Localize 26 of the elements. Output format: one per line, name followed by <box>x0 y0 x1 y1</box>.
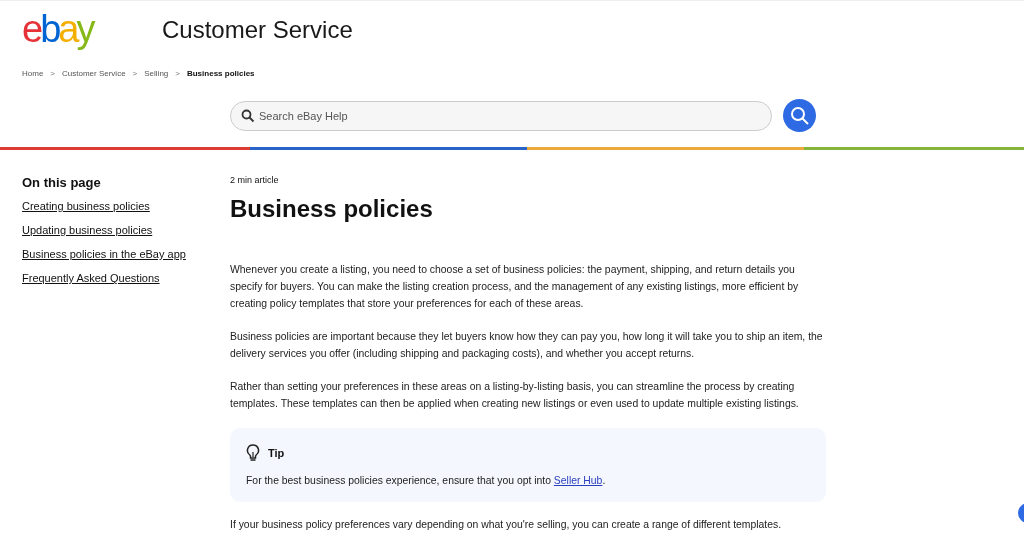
sidebar-link[interactable]: Updating business policies <box>22 224 153 236</box>
sidebar-title: On this page <box>22 175 101 190</box>
tip-title: Tip <box>268 447 285 459</box>
paragraph: Rather than setting your preferences in these areas on a listing-by-listing basis, you can streamline the process by creating templates. These templates can then be applied when creating new listings or even used to update multiple existing listings. <box>230 380 800 411</box>
tip-text: For the best business policies experience, ensure that you opt into Seller Hub. <box>246 474 607 488</box>
search-field[interactable]: Search eBay Help <box>230 100 772 131</box>
breadcrumb-separator: > <box>132 69 138 78</box>
paragraph: If your business policy preferences vary depending on what you're selling, you can create a range of different templates. <box>230 518 783 532</box>
article-meta: 2 min article <box>230 175 280 185</box>
breadcrumb-link[interactable]: Business policies <box>186 69 255 78</box>
lightbulb-icon <box>246 444 260 462</box>
breadcrumb-link[interactable]: Customer Service <box>62 69 126 78</box>
paragraph: Business policies are important because they let buyers know how they can pay you, how long it will take you to ship an item, the delivery services you offer (including shipping and packaging costs), and whether you accept returns. <box>230 330 824 361</box>
breadcrumb-link[interactable]: Home <box>22 69 44 78</box>
ebay-logo[interactable]: ebay <box>22 10 162 48</box>
sidebar-link[interactable]: Frequently Asked Questions <box>22 272 160 284</box>
search-icon <box>789 105 810 126</box>
breadcrumb-link[interactable]: Selling <box>144 69 169 78</box>
article-title: Business policies <box>230 195 434 223</box>
page-title: Customer Service <box>162 16 353 44</box>
breadcrumb-separator: > <box>175 69 180 78</box>
paragraph: Whenever you create a listing, you need to choose a set of business policies: the payment, shipping, and return details you specify for buyers. You can make the listing creation process, and the management of any existing listings, more efficient by creating policy templates that store your preferences for each of these areas. <box>230 263 800 311</box>
sidebar-link[interactable]: Business policies in the eBay app <box>22 248 186 260</box>
breadcrumb-separator: > <box>50 69 55 78</box>
sidebar-link[interactable]: Creating business policies <box>22 200 150 212</box>
search-button[interactable] <box>783 99 816 132</box>
